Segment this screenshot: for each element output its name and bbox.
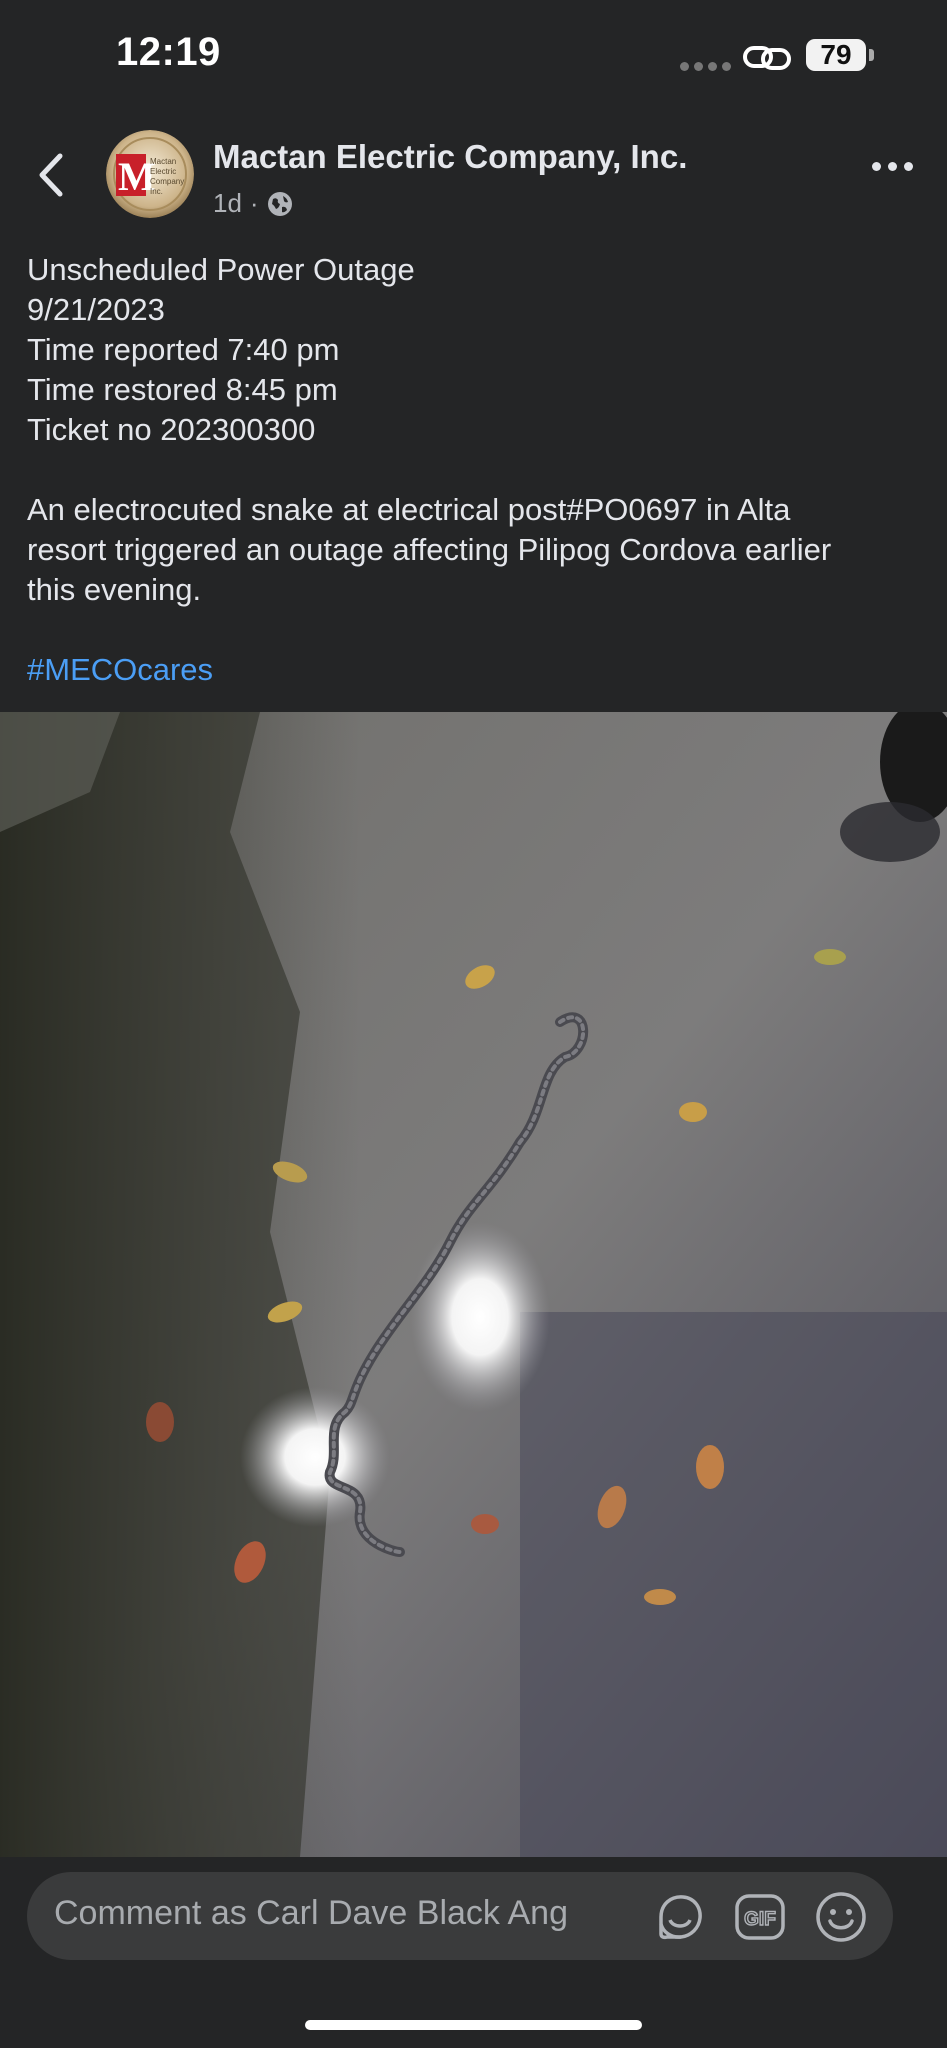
- battery-indicator: 79: [806, 39, 866, 71]
- sticker-icon[interactable]: [653, 1890, 707, 1944]
- page-name[interactable]: Mactan Electric Company, Inc.: [213, 138, 687, 176]
- hashtag-link[interactable]: #MECOcares: [27, 650, 927, 690]
- svg-text:Company: Company: [150, 177, 184, 186]
- post-timestamp[interactable]: 1d: [213, 188, 242, 219]
- status-time: 12:19: [116, 30, 221, 74]
- post-line: Unscheduled Power Outage: [27, 252, 415, 287]
- emoji-icon[interactable]: [814, 1890, 868, 1944]
- meta-separator: ·: [249, 188, 259, 218]
- post-body-line: An electrocuted snake at electrical post…: [27, 492, 791, 527]
- cellular-signal-icon: [680, 62, 731, 71]
- post-line: Ticket no 202300300: [27, 412, 316, 447]
- post-body-line: this evening.: [27, 572, 202, 607]
- gif-icon[interactable]: GIF: [733, 1890, 787, 1944]
- page-avatar[interactable]: M Mactan Electric Company Inc.: [106, 130, 194, 218]
- post-line: Time restored 8:45 pm: [27, 372, 338, 407]
- back-button[interactable]: [30, 148, 74, 202]
- link-icon: [743, 46, 791, 70]
- post-meta: 1d ·: [213, 188, 293, 219]
- post-text: Unscheduled Power Outage 9/21/2023 Time …: [27, 250, 927, 690]
- comment-placeholder[interactable]: Comment as Carl Dave Black Ang: [54, 1894, 568, 1933]
- svg-text:GIF: GIF: [744, 1909, 776, 1930]
- battery-cap: [869, 49, 874, 61]
- svg-text:Electric: Electric: [150, 167, 176, 176]
- post-body-line: resort triggered an outage affecting Pil…: [27, 532, 832, 567]
- svg-text:Inc.: Inc.: [150, 187, 163, 196]
- snake-on-pavement-image: [0, 712, 947, 1857]
- globe-icon: [267, 191, 292, 216]
- post-line: Time reported 7:40 pm: [27, 332, 340, 367]
- post-photo[interactable]: [0, 712, 947, 1857]
- post-line: 9/21/2023: [27, 292, 165, 327]
- svg-text:Mactan: Mactan: [150, 157, 176, 166]
- status-bar: 12:19 79: [0, 0, 947, 110]
- more-options-button[interactable]: [872, 162, 913, 171]
- meco-logo: M Mactan Electric Company Inc.: [106, 130, 194, 218]
- home-indicator[interactable]: [305, 2020, 642, 2030]
